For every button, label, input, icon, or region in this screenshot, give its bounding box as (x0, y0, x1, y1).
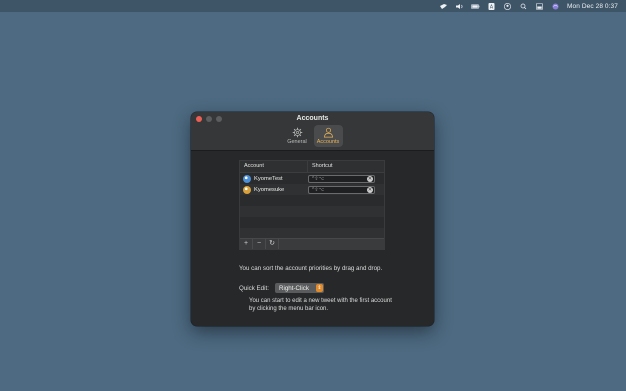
remove-account-button[interactable]: − (253, 239, 266, 249)
shortcut-recorder[interactable]: ^⇧⌥ ✕ (308, 174, 375, 183)
battery-icon[interactable] (471, 3, 480, 10)
accounts-table[interactable]: Account Shortcut KyomeTest ^⇧⌥ ✕ Kyomesu… (239, 160, 385, 250)
accounts-window: Accounts General Accounts Account Shortc… (191, 112, 434, 326)
user-icon[interactable] (503, 2, 512, 10)
column-header-account[interactable]: Account (240, 161, 308, 172)
gear-icon (292, 127, 302, 138)
avatar (243, 185, 251, 194)
menu-bar: A Mon Dec 28 0:37 (0, 0, 626, 12)
account-name: KyomeTest (254, 175, 283, 182)
tab-accounts[interactable]: Accounts (313, 125, 343, 147)
quick-edit-value: Right-Click (279, 284, 309, 292)
account-cell: Kyomesuke (240, 185, 308, 194)
chevron-updown-icon: ⇕ (316, 284, 323, 292)
avatar (243, 174, 251, 183)
account-name: Kyomesuke (254, 186, 285, 193)
window-titlebar[interactable]: Accounts General Accounts (191, 112, 434, 151)
table-row[interactable]: Kyomesuke ^⇧⌥ ✕ (240, 184, 384, 195)
volume-icon[interactable] (455, 3, 464, 10)
table-row[interactable]: KyomeTest ^⇧⌥ ✕ (240, 173, 384, 184)
clear-shortcut-icon[interactable]: ✕ (367, 186, 373, 193)
preferences-toolbar: General Accounts (191, 125, 434, 147)
shortcut-placeholder: ^⇧⌥ (312, 175, 325, 182)
shortcut-cell: ^⇧⌥ ✕ (308, 174, 384, 183)
keyboard-input-icon[interactable]: A (487, 2, 496, 10)
window-title: Accounts (296, 115, 329, 122)
display-icon[interactable] (535, 2, 544, 10)
table-row-empty (240, 217, 384, 228)
tab-accounts-label: Accounts (316, 139, 340, 145)
table-row-empty (240, 206, 384, 217)
refresh-button[interactable]: ↻ (266, 239, 279, 249)
column-header-shortcut[interactable]: Shortcut (308, 161, 332, 172)
add-account-button[interactable]: + (240, 239, 253, 249)
table-header: Account Shortcut (240, 161, 384, 173)
siri-icon[interactable] (551, 3, 560, 10)
svg-text:A: A (490, 4, 494, 10)
tab-general[interactable]: General (283, 125, 312, 147)
quick-edit-select[interactable]: Right-Click ⇕ (275, 283, 324, 293)
table-row-empty (240, 195, 384, 206)
account-cell: KyomeTest (240, 174, 308, 183)
person-icon (323, 127, 333, 138)
shortcut-recorder[interactable]: ^⇧⌥ ✕ (308, 185, 375, 194)
bird-icon[interactable] (439, 3, 448, 10)
menubar-clock[interactable]: Mon Dec 28 0:37 (567, 3, 618, 10)
quick-edit-label: Quick Edit: (239, 285, 269, 292)
tab-general-label: General (287, 139, 307, 145)
shortcut-cell: ^⇧⌥ ✕ (308, 185, 384, 194)
search-icon[interactable] (519, 3, 528, 10)
table-footer: + − ↻ (240, 238, 384, 249)
clear-shortcut-icon[interactable]: ✕ (367, 175, 373, 182)
quick-edit-hint-text: You can start to edit a new tweet with t… (249, 298, 392, 312)
shortcut-placeholder: ^⇧⌥ (312, 186, 325, 193)
sort-hint-text: You can sort the account priorities by d… (239, 265, 383, 272)
